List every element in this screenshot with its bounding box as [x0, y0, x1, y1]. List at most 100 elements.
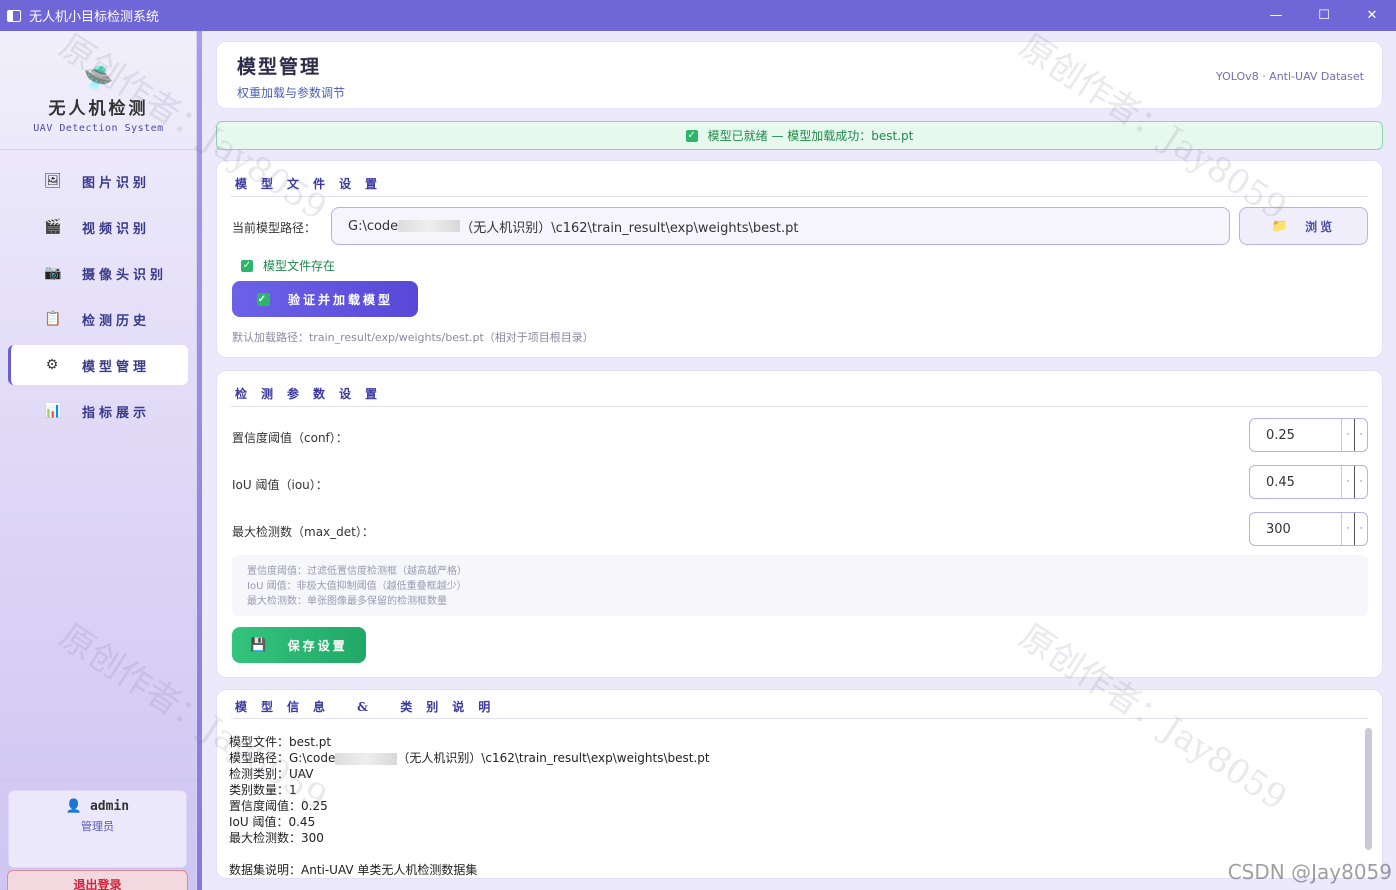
section-divider	[231, 718, 1368, 719]
save-icon: 💾	[250, 637, 270, 653]
browse-label: 浏览	[1305, 219, 1336, 234]
conf-value: 0.25	[1266, 427, 1295, 443]
title-bar: 无人机小目标检测系统 — ☐ ✕	[0, 0, 1396, 31]
sidebar-item-label: 图片识别	[82, 175, 151, 191]
redacted-blur	[398, 220, 461, 232]
info-line-count: 类别数量：1	[229, 783, 297, 797]
sidebar-logo: 🛸 无人机检测 UAV Detection System	[0, 66, 197, 134]
info-line-iou: IoU 阈值：0.45	[229, 815, 316, 829]
history-icon: 📋	[44, 311, 62, 327]
model-exists-status: ✓ 模型文件存在	[241, 257, 335, 274]
iou-spinbox[interactable]: 0.45 · ·	[1249, 465, 1368, 499]
browse-button[interactable]: 📁 浏览	[1239, 207, 1368, 245]
image-icon: 🖼	[44, 173, 62, 189]
model-exists-text: 模型文件存在	[263, 259, 336, 273]
sidebar-item-label: 指标展示	[82, 405, 151, 421]
page-subtitle: 权重加载与参数调节	[237, 86, 346, 100]
section-divider	[231, 196, 1368, 197]
camera-icon: 📷	[44, 265, 62, 281]
dataset-tag: YOLOv8 · Anti-UAV Dataset	[1216, 70, 1364, 83]
sidebar-item-label: 摄像头识别	[82, 267, 168, 283]
logo-divider	[0, 149, 197, 150]
spin-down-button[interactable]: ·	[1355, 419, 1367, 451]
app-name: 无人机检测	[48, 99, 149, 119]
chart-icon: 📊	[44, 403, 62, 419]
sidebar-item-label: 模型管理	[82, 359, 151, 375]
conf-spinbox[interactable]: 0.25 · ·	[1249, 418, 1368, 452]
section-title: 模型信息 & 类别说明	[235, 700, 505, 714]
section-title: 检测参数设置	[235, 387, 392, 401]
redacted-blur	[335, 752, 398, 765]
info-scrollbar[interactable]	[1365, 728, 1372, 850]
verify-load-button[interactable]: ✓ 验证并加载模型	[232, 281, 418, 317]
sidebar-item-history[interactable]: 📋 检测历史	[8, 299, 188, 339]
video-icon: 🎬	[44, 219, 62, 235]
spin-arrows: · ·	[1341, 513, 1367, 545]
app-subtitle: UAV Detection System	[33, 123, 164, 134]
page-header: 模型管理 权重加载与参数调节 YOLOv8 · Anti-UAV Dataset	[216, 41, 1383, 109]
user-name-text: admin	[89, 799, 130, 814]
main-content: 模型管理 权重加载与参数调节 YOLOv8 · Anti-UAV Dataset…	[202, 31, 1396, 890]
detection-params-card: 检测参数设置 置信度阈值（conf）： 0.25 · · IoU 阈值（iou）…	[216, 370, 1383, 678]
status-text: 模型已就绪 — 模型加载成功：best.pt	[707, 129, 914, 143]
path-value-suffix: （无人机识别）\c162\train_result\exp\weights\be…	[460, 220, 799, 236]
ufo-icon: 🛸	[83, 64, 114, 92]
info-line-file: 模型文件：best.pt	[229, 735, 332, 749]
save-settings-button[interactable]: 💾 保存设置	[232, 627, 366, 663]
user-divider	[0, 780, 197, 781]
gear-icon: ⚙	[45, 357, 59, 373]
section-divider	[231, 406, 1368, 407]
sidebar-item-model-manage[interactable]: ⚙ 模型管理	[8, 345, 188, 385]
hint-line: 最大检测数：单张图像最多保留的检测框数量	[247, 596, 447, 607]
minimize-button[interactable]: —	[1252, 0, 1300, 31]
maximize-button[interactable]: ☐	[1300, 0, 1348, 31]
hint-line: IoU 阈值：非极大值抑制阈值（越低重叠框越少）	[247, 581, 467, 592]
user-role: 管理员	[81, 820, 114, 833]
user-icon: 👤	[65, 799, 83, 814]
info-line-path: 模型路径：G:\code （无人机识别）\c162\train_result\ex…	[229, 750, 710, 766]
spin-up-button[interactable]: ·	[1342, 466, 1355, 498]
info-line-max-det: 最大检测数：300	[229, 831, 324, 845]
iou-label: IoU 阈值（iou）：	[232, 478, 328, 492]
status-banner: ✓ 模型已就绪 — 模型加载成功：best.pt	[216, 121, 1383, 150]
save-settings-label: 保存设置	[287, 638, 348, 653]
spin-arrows: · ·	[1341, 419, 1367, 451]
info-line-dataset: 数据集说明：Anti-UAV 单类无人机检测数据集	[229, 863, 478, 877]
sidebar-item-label: 检测历史	[82, 313, 151, 329]
max-det-value: 300	[1266, 521, 1291, 537]
model-info-card: 模型信息 & 类别说明 模型文件：best.pt 模型路径：G:\code （无人机…	[216, 689, 1383, 879]
model-info-text[interactable]: 模型文件：best.pt 模型路径：G:\code （无人机识别）\c162\tra…	[229, 734, 710, 878]
params-hint-box: 置信度阈值：过滤低置信度检测框（越高越严格） IoU 阈值：非极大值抑制阈值（越…	[232, 555, 1368, 616]
max-det-spinbox[interactable]: 300 · ·	[1249, 512, 1368, 546]
section-title: 模型文件设置	[235, 177, 392, 191]
sidebar-item-video-detect[interactable]: 🎬 视频识别	[8, 207, 188, 247]
spin-down-button[interactable]: ·	[1355, 466, 1367, 498]
check-icon: ✓	[256, 292, 270, 306]
sidebar-item-metrics[interactable]: 📊 指标展示	[8, 391, 188, 431]
spin-up-button[interactable]: ·	[1342, 419, 1355, 451]
verify-load-label: 验证并加载模型	[287, 292, 393, 307]
max-det-label: 最大检测数（max_det）：	[232, 525, 374, 539]
model-path-label: 当前模型路径：	[232, 221, 317, 235]
spin-up-button[interactable]: ·	[1342, 513, 1355, 545]
check-icon: ✓	[685, 129, 698, 142]
sidebar-item-camera-detect[interactable]: 📷 摄像头识别	[8, 253, 188, 293]
spin-down-button[interactable]: ·	[1355, 513, 1367, 545]
window-title: 无人机小目标检测系统	[29, 10, 160, 25]
info-line-conf: 置信度阈值：0.25	[229, 799, 328, 813]
close-button[interactable]: ✕	[1348, 0, 1396, 31]
model-file-card: 模型文件设置 当前模型路径： G:\code （无人机识别）\c162\trai…	[216, 160, 1383, 358]
path-value-prefix: G:\code	[348, 218, 399, 234]
info-line-classes: 检测类别：UAV	[229, 767, 314, 781]
page-title: 模型管理	[237, 56, 322, 78]
sidebar: 🛸 无人机检测 UAV Detection System 🖼 图片识别 🎬 视频…	[0, 31, 197, 890]
info-path-suffix: （无人机识别）\c162\train_result\exp\weights\be…	[397, 751, 710, 765]
model-path-input[interactable]: G:\code （无人机识别）\c162\train_result\exp\we…	[331, 207, 1230, 245]
csdn-watermark: CSDN @Jay8059	[1227, 860, 1392, 884]
user-name: 👤 admin	[9, 799, 186, 814]
logout-button[interactable]: 退出登录	[7, 870, 188, 890]
spin-arrows: · ·	[1341, 466, 1367, 498]
info-path-prefix: 模型路径：G:\code	[229, 751, 336, 765]
sidebar-item-image-detect[interactable]: 🖼 图片识别	[8, 161, 188, 201]
